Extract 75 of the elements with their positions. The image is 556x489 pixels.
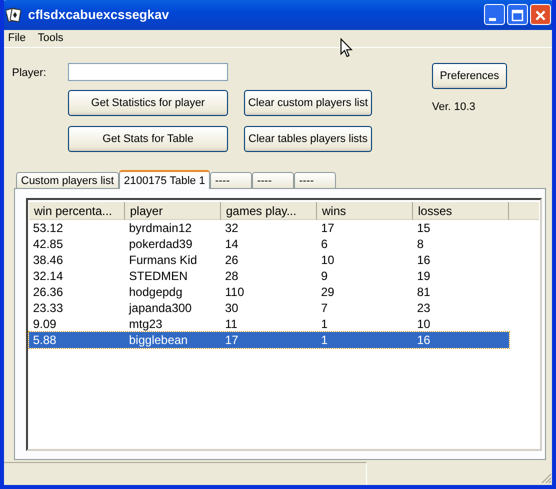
table-cell-text: 23.33 [32,300,64,316]
table-cell-text: 11 [224,316,238,332]
table-cell-text: 16 [416,252,432,268]
table-cell-text: mtg23 [128,316,164,332]
playing-cards-icon [6,6,22,23]
table-cell-text: 29 [320,284,336,300]
table-cell-text: 16 [416,332,432,348]
table-row[interactable]: 53.12 byrdmain12 32 17 15 [29,220,509,236]
table-cell-text: 26.36 [32,284,64,300]
table-cell-text: 81 [416,284,432,300]
table-cell-text: 9.09 [32,316,58,332]
table-row[interactable]: 23.33 japanda300 30 7 23 [29,300,509,316]
table-cell-text: 17 [224,332,240,348]
table-cell-text: STEDMEN [128,268,189,284]
table-row[interactable]: 5.88 bigglebean 17 1 16 [29,332,509,348]
preferences-button[interactable]: Preferences [432,63,507,90]
table-cell-text: 32.14 [32,268,64,284]
table-cell-text: 10 [320,252,336,268]
window-title: cflsdxcabuexcssegkav [28,7,170,22]
table-cell-text: 9 [320,268,329,284]
table-cell-text: hodgepdg [128,284,184,300]
table-cell-text: 32 [224,220,240,236]
column-header[interactable]: wins [317,202,413,220]
player-field[interactable] [68,63,228,82]
menu-item[interactable]: Tools [38,32,64,46]
table-cell-text: 26 [224,252,240,268]
version-label: Ver. 10.3 [432,101,476,114]
column-header[interactable]: win percenta... [29,202,125,220]
table-cell-text: Furmans Kid [128,252,198,268]
table-cell-text: 53.12 [32,220,64,236]
maximize-button[interactable] [507,4,528,26]
column-header[interactable]: player [125,202,221,220]
table-cell-text: 10 [416,316,432,332]
table-row[interactable]: 26.36 hodgepdg 110 29 81 [29,284,509,300]
column-header[interactable]: losses [413,202,509,220]
table-cell-text: 110 [224,284,246,300]
action-button[interactable]: Get Statistics for player [68,90,228,116]
table-cell-text: 30 [224,300,240,316]
table-cell-text: 8 [416,236,425,252]
column-header[interactable]: games play... [221,202,317,220]
table-cell-text: 1 [320,332,329,348]
action-button[interactable]: Clear tables players lists [244,126,372,152]
table-row[interactable]: 32.14 STEDMEN 28 9 19 [29,268,509,284]
action-button[interactable]: Get Stats for Table [68,126,228,152]
resize-grip-icon[interactable] [540,472,552,484]
action-button[interactable]: Clear custom players list [244,90,372,116]
minimize-button[interactable] [484,4,505,26]
tab[interactable]: ---- [210,172,252,188]
menu-item[interactable]: File [8,32,26,46]
table-cell-text: 15 [416,220,432,236]
table-cell-text: 38.46 [32,252,64,268]
table-cell-text: 23 [416,300,432,316]
tab[interactable]: ---- [294,172,336,188]
close-button[interactable] [530,4,551,26]
table-cell-text: 17 [320,220,336,236]
table-row[interactable]: 9.09 mtg23 11 1 10 [29,316,509,332]
table-cell-text: 5.88 [32,332,58,348]
table-cell-text: 7 [320,300,329,316]
table-cell-text: 19 [416,268,432,284]
minimize-icon [489,18,496,22]
table-cell-text: byrdmain12 [128,220,193,236]
table-cell-text: 28 [224,268,240,284]
player-label: Player: [12,66,48,82]
table-cell-text: pokerdad39 [128,236,194,252]
table-cell-text: 1 [320,316,329,332]
table-cell-text: 14 [224,236,240,252]
tab[interactable]: 2100175 Table 1 [118,170,210,190]
tab[interactable]: ---- [252,172,294,188]
table-cell-text: 42.85 [32,236,64,252]
table-cell-text: japanda300 [128,300,193,316]
table-row[interactable]: 42.85 pokerdad39 14 6 8 [29,236,509,252]
table-row[interactable]: 38.46 Furmans Kid 26 10 16 [29,252,509,268]
table-cell-text: 6 [320,236,329,252]
table-cell-text: bigglebean [128,332,189,348]
tab[interactable]: Custom players list [16,172,119,188]
